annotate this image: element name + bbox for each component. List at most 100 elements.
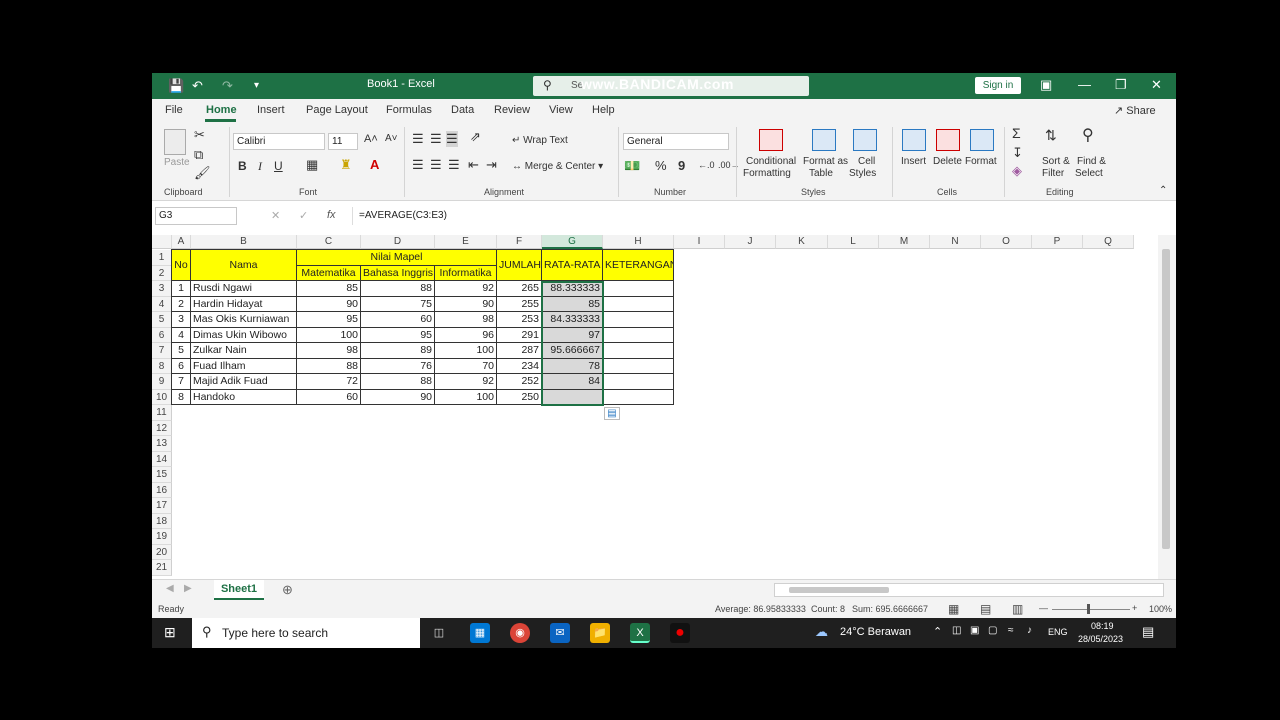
share-button[interactable]: ↗ Share bbox=[1114, 104, 1156, 117]
column-header[interactable]: N bbox=[930, 235, 981, 249]
next-sheet-icon[interactable]: ▶ bbox=[184, 583, 192, 594]
row-header[interactable]: 8 bbox=[152, 358, 172, 374]
page-break-view-icon[interactable]: ▥ bbox=[1012, 602, 1023, 616]
row-header[interactable]: 18 bbox=[152, 513, 172, 529]
cell-styles-icon[interactable] bbox=[853, 129, 877, 151]
column-header[interactable]: L bbox=[828, 235, 879, 249]
cell-informatika[interactable]: 70 bbox=[434, 357, 497, 374]
header-rata-rata[interactable]: RATA-RATA bbox=[541, 249, 603, 281]
row-header[interactable]: 13 bbox=[152, 436, 172, 452]
header-jumlah[interactable]: JUMLAH bbox=[496, 249, 542, 281]
cell-matematika[interactable]: 88 bbox=[296, 357, 361, 374]
cell-nama[interactable]: Zulkar Nain bbox=[190, 342, 297, 359]
tray-icon[interactable]: ◫ bbox=[952, 625, 961, 636]
cell-no[interactable]: 3 bbox=[171, 311, 191, 328]
italic-button[interactable]: I bbox=[258, 159, 262, 174]
scroll-thumb[interactable] bbox=[1162, 249, 1170, 549]
row-header[interactable]: 10 bbox=[152, 389, 172, 405]
align-left-icon[interactable]: ☰ bbox=[412, 157, 424, 173]
delete-cells-button[interactable]: Delete bbox=[933, 156, 962, 167]
cell-nama[interactable]: Handoko bbox=[190, 388, 297, 405]
page-layout-view-icon[interactable]: ▤ bbox=[980, 602, 991, 616]
cell-bahasa-inggris[interactable]: 90 bbox=[360, 388, 435, 405]
header-nilai-mapel[interactable]: Nilai Mapel bbox=[296, 249, 497, 266]
column-header[interactable]: A bbox=[172, 235, 191, 249]
cell-jumlah[interactable]: 234 bbox=[496, 357, 542, 374]
column-header[interactable]: H bbox=[603, 235, 674, 249]
column-header-selected[interactable]: G bbox=[542, 235, 603, 249]
volume-icon[interactable]: ♪ bbox=[1027, 625, 1032, 636]
camera-icon[interactable]: ▣ bbox=[970, 625, 979, 636]
format-cells-button[interactable]: Format bbox=[965, 156, 997, 167]
select-all-corner[interactable] bbox=[152, 235, 172, 249]
cancel-icon[interactable]: ✕ bbox=[271, 209, 280, 222]
cell-keterangan[interactable] bbox=[602, 388, 674, 405]
format-cells-icon[interactable] bbox=[970, 129, 994, 151]
cell-informatika[interactable]: 100 bbox=[434, 388, 497, 405]
close-icon[interactable]: ✕ bbox=[1151, 77, 1162, 93]
number-format-select[interactable]: General bbox=[623, 133, 729, 150]
cell-no[interactable]: 7 bbox=[171, 373, 191, 390]
wrap-text-button[interactable]: ↵ Wrap Text bbox=[512, 135, 568, 146]
row-header[interactable]: 17 bbox=[152, 498, 172, 514]
tab-home[interactable]: Home bbox=[206, 104, 237, 116]
cell-rata-rata[interactable]: 84.333333 bbox=[541, 311, 603, 328]
insert-cells-icon[interactable] bbox=[902, 129, 926, 151]
cell-matematika[interactable]: 100 bbox=[296, 326, 361, 343]
header-no[interactable]: No bbox=[171, 249, 191, 281]
chrome-icon[interactable]: ◉ bbox=[510, 623, 530, 643]
cell-no[interactable]: 8 bbox=[171, 388, 191, 405]
column-header[interactable]: M bbox=[879, 235, 930, 249]
tab-file[interactable]: File bbox=[165, 104, 183, 116]
insert-function-button[interactable]: fx bbox=[327, 209, 336, 221]
align-right-icon[interactable]: ☰ bbox=[448, 157, 460, 173]
header-bahasa-inggris[interactable]: Bahasa Inggris bbox=[360, 265, 435, 281]
merge-center-button[interactable]: ↔ Merge & Center ▾ bbox=[512, 161, 603, 172]
column-header[interactable]: J bbox=[725, 235, 776, 249]
tab-review[interactable]: Review bbox=[494, 104, 530, 116]
row-header[interactable]: 6 bbox=[152, 327, 172, 343]
ribbon-display-icon[interactable]: ▣ bbox=[1040, 77, 1052, 93]
sign-in-button[interactable]: Sign in bbox=[975, 77, 1021, 94]
cell-nama[interactable]: Rusdi Ngawi bbox=[190, 280, 297, 297]
cell-styles-button[interactable]: Cell bbox=[858, 156, 875, 167]
align-middle-icon[interactable]: ☰ bbox=[430, 131, 442, 147]
cell-matematika[interactable]: 60 bbox=[296, 388, 361, 405]
cell-no[interactable]: 5 bbox=[171, 342, 191, 359]
cell-matematika[interactable]: 72 bbox=[296, 373, 361, 390]
font-size-select[interactable]: 11 bbox=[328, 133, 358, 150]
column-header[interactable]: B bbox=[191, 235, 297, 249]
cell-informatika[interactable]: 96 bbox=[434, 326, 497, 343]
cell-informatika[interactable]: 92 bbox=[434, 280, 497, 297]
prev-sheet-icon[interactable]: ◀ bbox=[166, 583, 174, 594]
decrease-font-icon[interactable]: A˅ bbox=[385, 133, 398, 144]
maximize-icon[interactable]: ❐ bbox=[1115, 77, 1127, 93]
copy-icon[interactable]: ⧉ bbox=[194, 147, 203, 163]
row-header[interactable]: 20 bbox=[152, 544, 172, 560]
find-select-button[interactable]: Find & bbox=[1077, 156, 1106, 167]
cell-matematika[interactable]: 85 bbox=[296, 280, 361, 297]
conditional-formatting-button[interactable]: Conditional bbox=[746, 156, 796, 167]
cell-rata-rata[interactable] bbox=[541, 388, 603, 405]
fill-icon[interactable]: ↧ bbox=[1012, 145, 1023, 161]
cell-bahasa-inggris[interactable]: 95 bbox=[360, 326, 435, 343]
cell-jumlah[interactable]: 255 bbox=[496, 295, 542, 312]
header-informatika[interactable]: Informatika bbox=[434, 265, 497, 281]
tab-page-layout[interactable]: Page Layout bbox=[306, 104, 368, 116]
cell-rata-rata[interactable]: 97 bbox=[541, 326, 603, 343]
format-as-table-icon[interactable] bbox=[812, 129, 836, 151]
sort-filter-icon[interactable]: ⇅ bbox=[1045, 127, 1057, 144]
align-top-icon[interactable]: ☰ bbox=[412, 131, 424, 147]
row-header[interactable]: 14 bbox=[152, 451, 172, 467]
row-header[interactable]: 5 bbox=[152, 312, 172, 328]
cell-informatika[interactable]: 90 bbox=[434, 295, 497, 312]
spreadsheet-grid[interactable]: A B C D E F G H I J K L M N O P Q 123456… bbox=[152, 235, 1176, 579]
show-hidden-icons[interactable]: ⌃ bbox=[933, 625, 942, 638]
bandicam-taskbar-icon[interactable]: ● bbox=[670, 623, 690, 643]
cell-nama[interactable]: Majid Adik Fuad bbox=[190, 373, 297, 390]
tab-formulas[interactable]: Formulas bbox=[386, 104, 432, 116]
fill-color-icon[interactable]: ♜ bbox=[340, 157, 352, 173]
undo-icon[interactable]: ↶ bbox=[192, 78, 203, 94]
weather-text[interactable]: 24°C Berawan bbox=[840, 626, 911, 638]
cell-bahasa-inggris[interactable]: 75 bbox=[360, 295, 435, 312]
